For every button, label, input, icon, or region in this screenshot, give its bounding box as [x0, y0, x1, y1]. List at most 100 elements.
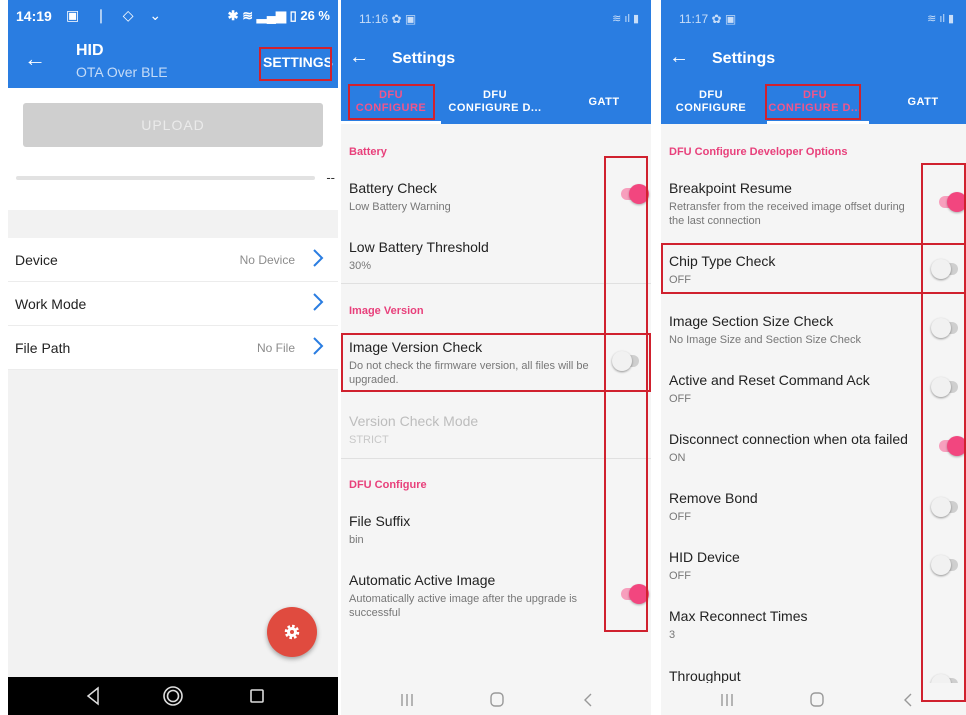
- home-button-icon[interactable]: [487, 692, 507, 708]
- item-summary: Automatically active image after the upg…: [349, 593, 578, 619]
- battery-check-item[interactable]: Battery Check Low Battery Warning: [349, 180, 599, 214]
- back-chevron-icon[interactable]: [899, 692, 919, 708]
- disconnect-when-ota-failed-item[interactable]: Disconnect connection when ota failed ON: [669, 431, 919, 465]
- app-bar-subtitle: OTA Over BLE: [76, 64, 168, 80]
- file-path-value: No File: [256, 341, 295, 355]
- back-triangle-icon[interactable]: [83, 684, 103, 708]
- section-header-image-version: Image Version: [349, 305, 424, 317]
- upload-button[interactable]: UPLOAD: [23, 103, 323, 147]
- bluetooth-icon: ✱: [227, 8, 239, 23]
- tab-dfu-configure[interactable]: DFU CONFIGURE: [661, 80, 761, 124]
- section-header-developer-options: DFU Configure Developer Options: [669, 146, 848, 158]
- item-title: Remove Bond: [669, 490, 758, 506]
- app-bar: ← Settings: [341, 38, 651, 80]
- app-bar-title: Settings: [392, 50, 456, 67]
- item-summary: STRICT: [349, 434, 389, 446]
- battery-icon: ▯: [289, 8, 297, 23]
- item-title: Automatic Active Image: [349, 572, 496, 588]
- file-path-row[interactable]: File Path No File: [8, 326, 338, 370]
- remove-bond-item[interactable]: Remove Bond OFF: [669, 490, 914, 524]
- active-reset-command-ack-item[interactable]: Active and Reset Command Ack OFF: [669, 372, 914, 406]
- home-button-icon[interactable]: [807, 692, 827, 708]
- highlight-switch-column: [604, 156, 648, 632]
- item-title: HID Device: [669, 549, 740, 565]
- item-summary: 30%: [349, 260, 372, 272]
- highlight-image-version-check: [341, 333, 651, 392]
- tab-gatt[interactable]: GATT: [893, 80, 953, 124]
- item-title: Image Section Size Check: [669, 313, 834, 329]
- device-value: No Device: [239, 253, 295, 267]
- item-summary: 3: [669, 629, 676, 641]
- chevron-right-icon: [313, 337, 324, 355]
- status-bar: 11:16 ✿ ▣ ≋ ıl ▮: [341, 0, 651, 38]
- low-battery-threshold-item[interactable]: Low Battery Threshold 30%: [349, 239, 599, 273]
- hid-device-item[interactable]: HID Device OFF: [669, 549, 914, 583]
- tab-label: GATT: [907, 96, 939, 108]
- automatic-active-image-item[interactable]: Automatic Active Image Automatically act…: [349, 572, 604, 620]
- wifi-icon: ≋: [242, 8, 254, 23]
- file-path-label: File Path: [15, 340, 71, 356]
- chevron-right-icon: [313, 249, 324, 267]
- progress-area: --: [8, 163, 338, 210]
- item-title: Low Battery Threshold: [349, 239, 489, 255]
- tab-indicator: [767, 121, 869, 124]
- navigation-bar: [341, 683, 651, 715]
- tab-label: GATT: [588, 96, 620, 108]
- device-label: Device: [15, 252, 58, 268]
- chevron-right-icon: [313, 293, 324, 311]
- status-time-text: 11:16: [359, 12, 389, 26]
- work-mode-row[interactable]: Work Mode: [8, 282, 338, 326]
- tab-label-line1: DFU: [698, 89, 724, 101]
- highlight-active-tab: [348, 84, 435, 120]
- tab-dfu-configure-developer[interactable]: DFU CONFIGURE D...: [436, 80, 554, 124]
- upload-area: UPLOAD: [8, 88, 338, 163]
- device-row[interactable]: Device No Device: [8, 238, 338, 282]
- file-suffix-item[interactable]: File Suffix bin: [349, 513, 599, 547]
- throughput-item[interactable]: Throughput: [669, 668, 914, 684]
- section-header-battery: Battery: [349, 146, 387, 158]
- battery-text: 26 %: [300, 8, 330, 23]
- app-bar-title: HID: [76, 42, 104, 59]
- status-bar: 14:19 ▣ ❘ ◇ ⌄ ✱ ≋ ▂▄▆ ▯ 26 %: [8, 0, 338, 32]
- progress-value: --: [326, 170, 335, 185]
- tab-label-line1: DFU: [482, 89, 508, 101]
- settings-fab[interactable]: [267, 607, 317, 657]
- item-summary: OFF: [669, 570, 691, 582]
- item-title: File Suffix: [349, 513, 411, 529]
- notification-icons: ▣ ❘ ◇ ⌄: [66, 7, 168, 23]
- section-header-dfu-configure: DFU Configure: [349, 479, 427, 491]
- item-title: Version Check Mode: [349, 413, 479, 429]
- max-reconnect-times-item[interactable]: Max Reconnect Times 3: [669, 608, 914, 642]
- navigation-bar: [8, 677, 338, 715]
- highlight-chip-type-check: [661, 243, 966, 294]
- breakpoint-resume-item[interactable]: Breakpoint Resume Retransfer from the re…: [669, 180, 914, 228]
- home-circle-icon[interactable]: [161, 684, 185, 708]
- item-title: Max Reconnect Times: [669, 608, 808, 624]
- tab-label-line2: CONFIGURE: [675, 102, 747, 114]
- item-title: Disconnect connection when ota failed: [669, 431, 908, 447]
- item-summary: OFF: [669, 393, 691, 405]
- recents-bars-icon[interactable]: [717, 692, 737, 708]
- version-check-mode-item: Version Check Mode STRICT: [349, 413, 599, 447]
- recents-bars-icon[interactable]: [397, 692, 417, 708]
- back-chevron-icon[interactable]: [579, 692, 599, 708]
- back-arrow-icon[interactable]: ←: [349, 46, 369, 69]
- tab-gatt[interactable]: GATT: [569, 80, 639, 124]
- signal-battery-icon: ≋ ıl ▮: [612, 13, 639, 25]
- highlight-settings: [259, 47, 332, 81]
- item-summary: No Image Size and Section Size Check: [669, 334, 861, 346]
- back-arrow-icon[interactable]: ←: [24, 46, 46, 72]
- right-phone-screen: 11:17 ✿ ▣ ≋ ıl ▮ ← Settings DFU CONFIGUR…: [661, 0, 966, 715]
- item-title: Throughput: [669, 668, 741, 684]
- item-summary: OFF: [669, 511, 691, 523]
- tab-label-line2: CONFIGURE D...: [448, 102, 542, 114]
- recents-square-icon[interactable]: [246, 684, 268, 708]
- image-section-size-check-item[interactable]: Image Section Size Check No Image Size a…: [669, 313, 914, 347]
- item-title: Breakpoint Resume: [669, 180, 792, 196]
- item-title: Active and Reset Command Ack: [669, 372, 870, 388]
- left-phone-screen: 14:19 ▣ ❘ ◇ ⌄ ✱ ≋ ▂▄▆ ▯ 26 % ← HID OTA O…: [8, 0, 338, 715]
- back-arrow-icon[interactable]: ←: [669, 46, 689, 69]
- status-right: ✱ ≋ ▂▄▆ ▯ 26 %: [228, 8, 330, 24]
- status-time: 11:17 ✿ ▣: [679, 12, 737, 26]
- item-summary: ON: [669, 452, 686, 464]
